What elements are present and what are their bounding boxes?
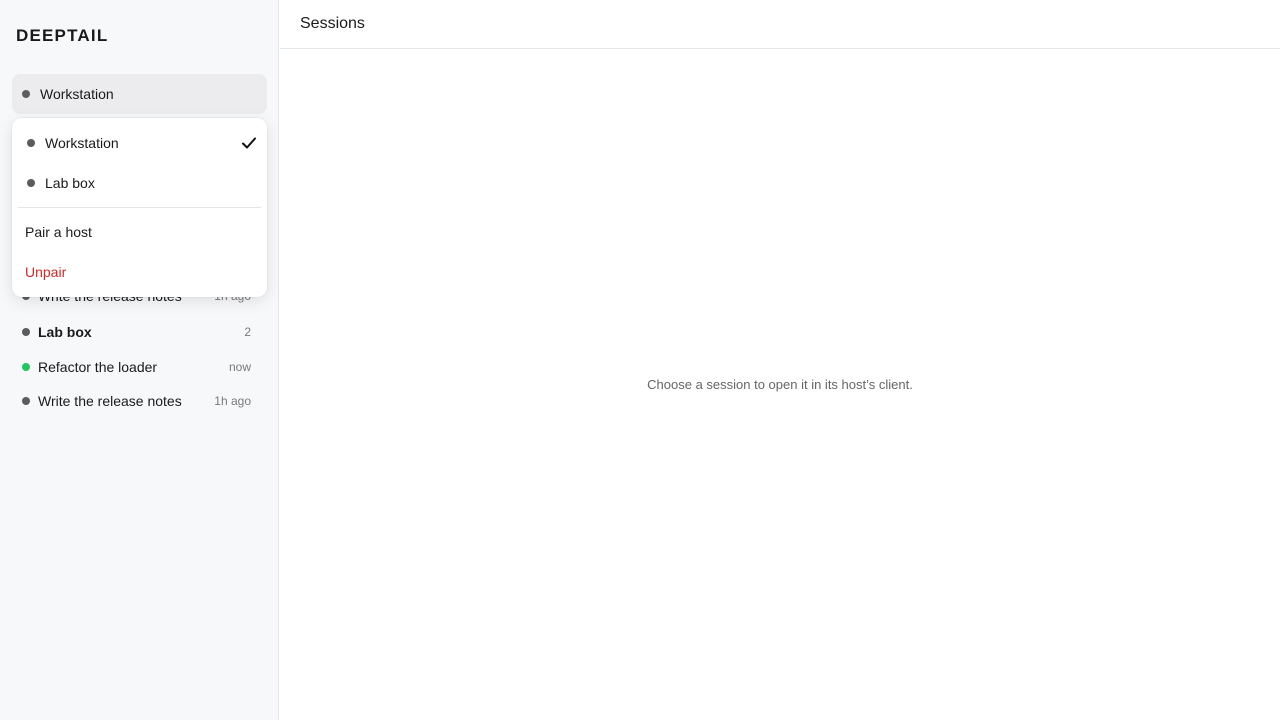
- list-item[interactable]: Refactor the loader now: [0, 350, 279, 384]
- host-status-dot: [22, 90, 30, 98]
- unpair-button[interactable]: Unpair: [12, 252, 267, 292]
- status-dot: [22, 328, 30, 336]
- status-dot-active: [22, 363, 30, 371]
- host-group-count: 2: [244, 325, 251, 339]
- host-select-label: Workstation: [40, 86, 114, 102]
- host-dropdown-menu: Workstation Lab box Pair a host Unpair: [12, 118, 267, 297]
- brand-logo: DEEPTAIL: [16, 26, 109, 45]
- menu-item-lab-box[interactable]: Lab box: [12, 163, 267, 203]
- main-panel: Sessions Choose a session to open it in …: [280, 0, 1280, 720]
- host-status-dot: [27, 139, 35, 147]
- menu-item-label: Lab box: [45, 175, 95, 191]
- status-dot: [22, 397, 30, 405]
- session-time: now: [228, 360, 251, 374]
- checkmark-icon: [242, 137, 256, 149]
- session-title: Write the release notes: [38, 393, 182, 409]
- host-select[interactable]: Workstation: [12, 74, 267, 114]
- sidebar: DEEPTAIL Workstation Write the release n…: [0, 0, 279, 720]
- pair-host-button[interactable]: Pair a host: [12, 212, 267, 252]
- page-title: Sessions: [300, 15, 365, 32]
- empty-state-message: Choose a session to open it in its host’…: [647, 377, 913, 392]
- host-status-dot: [27, 179, 35, 187]
- list-item[interactable]: Write the release notes 1h ago: [0, 384, 279, 418]
- menu-item-label: Workstation: [45, 135, 119, 151]
- menu-item-workstation[interactable]: Workstation: [12, 123, 267, 163]
- top-bar: Sessions: [280, 0, 1280, 49]
- session-title: Refactor the loader: [38, 359, 158, 375]
- menu-divider: [18, 207, 261, 208]
- session-time: 1h ago: [214, 394, 251, 408]
- host-group-label: Lab box: [38, 324, 92, 340]
- host-group-lab-box[interactable]: Lab box 2: [0, 315, 279, 349]
